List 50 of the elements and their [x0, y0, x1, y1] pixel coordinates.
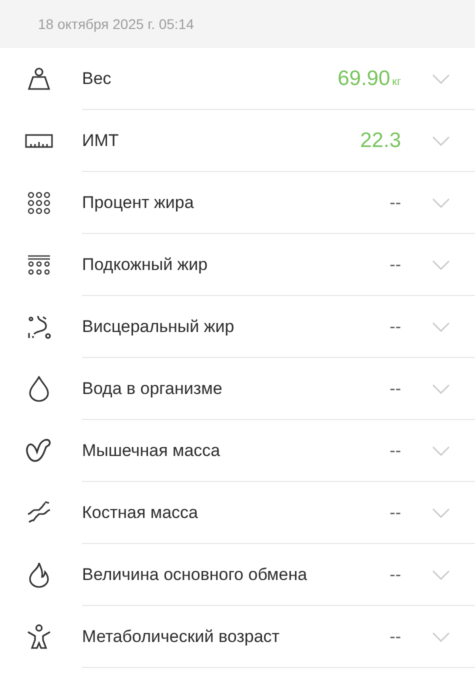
- metric-label: Подкожный жир: [82, 254, 209, 274]
- muscle-icon: [25, 438, 53, 464]
- metric-value: 69.90 кг: [338, 66, 401, 90]
- metric-value: --: [390, 440, 401, 460]
- metric-row[interactable]: ИМТ 22.3: [0, 110, 475, 172]
- chevron-icon[interactable]: [432, 632, 450, 642]
- metric-row[interactable]: Вес 69.90 кг: [0, 48, 475, 110]
- metric-row[interactable]: Вода в организме --: [0, 358, 475, 420]
- metric-value: --: [390, 564, 401, 584]
- metric-row[interactable]: Метаболический возраст --: [0, 606, 475, 668]
- chevron-icon[interactable]: [432, 198, 450, 208]
- chevron-icon[interactable]: [432, 74, 450, 84]
- flame-icon: [28, 562, 50, 588]
- metric-row[interactable]: Подкожный жир --: [0, 234, 475, 296]
- person-icon: [26, 624, 52, 650]
- chevron-icon[interactable]: [432, 260, 450, 270]
- water-drop-icon: [28, 376, 50, 402]
- metric-value: --: [390, 254, 401, 274]
- metric-value: --: [390, 192, 401, 212]
- metric-row[interactable]: Мышечная масса --: [0, 420, 475, 482]
- dots-icon: [27, 191, 51, 215]
- chevron-icon[interactable]: [432, 446, 450, 456]
- intestine-icon: [26, 314, 52, 340]
- chevron-icon[interactable]: [432, 136, 450, 146]
- chevron-icon[interactable]: [432, 322, 450, 332]
- metric-label: Костная масса: [82, 502, 200, 522]
- metric-value: --: [390, 378, 401, 398]
- metric-row[interactable]: Процент жира --: [0, 172, 475, 234]
- chevron-icon[interactable]: [432, 508, 450, 518]
- metric-label: Процент жира: [82, 192, 195, 212]
- ruler-icon: [25, 134, 53, 148]
- metric-value: --: [390, 626, 401, 646]
- chevron-icon[interactable]: [432, 570, 450, 580]
- weight-icon: [26, 66, 52, 92]
- metric-row[interactable]: Костная масса --: [0, 482, 475, 544]
- metric-label: Величина основного обмена: [82, 564, 308, 584]
- metric-label: Вода в организме: [82, 378, 224, 398]
- metric-label: Висцеральный жир: [82, 316, 236, 336]
- metric-value: --: [390, 502, 401, 522]
- metric-value: --: [390, 316, 401, 336]
- metric-label: ИМТ: [82, 130, 120, 150]
- skin-layers-icon: [27, 254, 51, 276]
- chevron-icon[interactable]: [432, 384, 450, 394]
- metric-row[interactable]: Висцеральный жир --: [0, 296, 475, 358]
- metric-row[interactable]: Величина основного обмена --: [0, 544, 475, 606]
- metric-label: Вес: [82, 68, 112, 88]
- metric-label: Метаболический возраст: [82, 626, 281, 646]
- metric-value: 22.3: [360, 128, 401, 152]
- measurement-date: 18 октября 2025 г. 05:14: [38, 16, 194, 32]
- metric-label: Мышечная масса: [82, 440, 222, 460]
